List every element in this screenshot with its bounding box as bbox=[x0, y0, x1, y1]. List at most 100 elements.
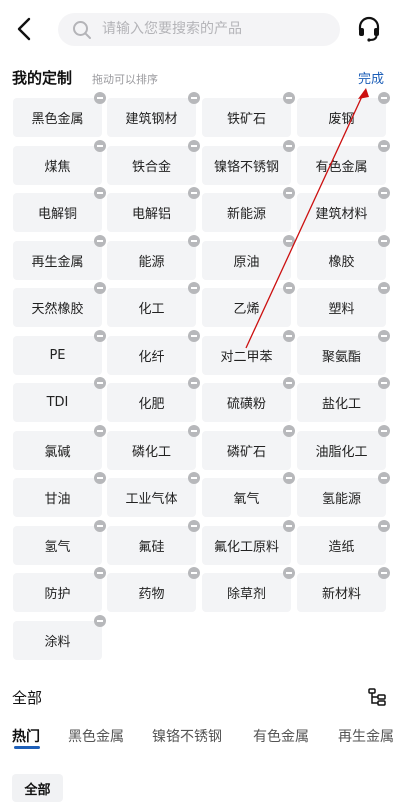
custom-item-chip[interactable]: 盐化工 bbox=[297, 383, 386, 422]
remove-item-minus-icon[interactable] bbox=[188, 377, 200, 389]
remove-item-minus-icon[interactable] bbox=[378, 235, 390, 247]
remove-item-minus-icon[interactable] bbox=[283, 187, 295, 199]
remove-item-minus-icon[interactable] bbox=[188, 520, 200, 532]
custom-item-chip[interactable]: 药物 bbox=[107, 573, 196, 612]
tree-structure-icon[interactable] bbox=[368, 688, 386, 706]
custom-item-chip[interactable]: 氢能源 bbox=[297, 478, 386, 517]
category-tab[interactable]: 热门 bbox=[12, 726, 40, 746]
custom-item-chip[interactable]: 涂料 bbox=[13, 621, 102, 660]
remove-item-minus-icon[interactable] bbox=[283, 377, 295, 389]
category-tab[interactable]: 有色金属 bbox=[253, 726, 309, 746]
custom-item-chip[interactable]: 氢气 bbox=[13, 526, 102, 565]
remove-item-minus-icon[interactable] bbox=[188, 282, 200, 294]
custom-item-chip[interactable]: 氧气 bbox=[202, 478, 291, 517]
custom-item-chip[interactable]: 塑料 bbox=[297, 288, 386, 327]
custom-item-chip[interactable]: 聚氨酯 bbox=[297, 336, 386, 375]
remove-item-minus-icon[interactable] bbox=[94, 92, 106, 104]
custom-item-chip[interactable]: 建筑钢材 bbox=[107, 98, 196, 137]
remove-item-minus-icon[interactable] bbox=[378, 187, 390, 199]
done-button[interactable]: 完成 bbox=[358, 68, 384, 87]
remove-item-minus-icon[interactable] bbox=[188, 140, 200, 152]
remove-item-minus-icon[interactable] bbox=[283, 472, 295, 484]
custom-item-chip[interactable]: PE bbox=[13, 336, 102, 375]
remove-item-minus-icon[interactable] bbox=[94, 567, 106, 579]
custom-item-chip[interactable]: 磷化工 bbox=[107, 431, 196, 470]
remove-item-minus-icon[interactable] bbox=[94, 330, 106, 342]
remove-item-minus-icon[interactable] bbox=[188, 330, 200, 342]
remove-item-minus-icon[interactable] bbox=[94, 140, 106, 152]
remove-item-minus-icon[interactable] bbox=[283, 567, 295, 579]
custom-item-chip[interactable]: 镍铬不锈钢 bbox=[202, 146, 291, 185]
remove-item-minus-icon[interactable] bbox=[94, 235, 106, 247]
custom-item-chip[interactable]: 造纸 bbox=[297, 526, 386, 565]
remove-item-minus-icon[interactable] bbox=[188, 235, 200, 247]
remove-item-minus-icon[interactable] bbox=[378, 472, 390, 484]
custom-item-chip[interactable]: 废钢 bbox=[297, 98, 386, 137]
custom-item-chip[interactable]: 有色金属 bbox=[297, 146, 386, 185]
search-input[interactable]: 请输入您要搜索的产品 bbox=[58, 13, 340, 46]
custom-item-chip[interactable]: 氟化工原料 bbox=[202, 526, 291, 565]
remove-item-minus-icon[interactable] bbox=[378, 282, 390, 294]
custom-item-chip[interactable]: 化工 bbox=[107, 288, 196, 327]
custom-item-chip[interactable]: 甘油 bbox=[13, 478, 102, 517]
custom-item-chip[interactable]: 除草剂 bbox=[202, 573, 291, 612]
remove-item-minus-icon[interactable] bbox=[283, 282, 295, 294]
remove-item-minus-icon[interactable] bbox=[378, 330, 390, 342]
remove-item-minus-icon[interactable] bbox=[378, 377, 390, 389]
custom-item-chip[interactable]: 煤焦 bbox=[13, 146, 102, 185]
remove-item-minus-icon[interactable] bbox=[94, 377, 106, 389]
custom-item-chip[interactable]: 氯碱 bbox=[13, 431, 102, 470]
custom-item-chip[interactable]: 电解铝 bbox=[107, 193, 196, 232]
custom-item-chip[interactable]: 新能源 bbox=[202, 193, 291, 232]
custom-item-chip[interactable]: 乙烯 bbox=[202, 288, 291, 327]
custom-item-chip[interactable]: 建筑材料 bbox=[297, 193, 386, 232]
remove-item-minus-icon[interactable] bbox=[188, 425, 200, 437]
remove-item-minus-icon[interactable] bbox=[94, 282, 106, 294]
custom-item-chip[interactable]: 工业气体 bbox=[107, 478, 196, 517]
sub-filter-all-chip[interactable]: 全部 bbox=[12, 774, 63, 802]
custom-item-chip[interactable]: 原油 bbox=[202, 241, 291, 280]
remove-item-minus-icon[interactable] bbox=[378, 140, 390, 152]
custom-item-chip[interactable]: 天然橡胶 bbox=[13, 288, 102, 327]
remove-item-minus-icon[interactable] bbox=[188, 567, 200, 579]
remove-item-minus-icon[interactable] bbox=[188, 92, 200, 104]
category-tab[interactable]: 黑色金属 bbox=[68, 726, 124, 746]
remove-item-minus-icon[interactable] bbox=[94, 520, 106, 532]
remove-item-minus-icon[interactable] bbox=[283, 330, 295, 342]
custom-item-chip[interactable]: 防护 bbox=[13, 573, 102, 612]
custom-item-chip[interactable]: 磷矿石 bbox=[202, 431, 291, 470]
custom-item-chip[interactable]: 橡胶 bbox=[297, 241, 386, 280]
custom-item-chip[interactable]: 铁矿石 bbox=[202, 98, 291, 137]
remove-item-minus-icon[interactable] bbox=[378, 520, 390, 532]
remove-item-minus-icon[interactable] bbox=[94, 472, 106, 484]
remove-item-minus-icon[interactable] bbox=[94, 425, 106, 437]
remove-item-minus-icon[interactable] bbox=[94, 187, 106, 199]
remove-item-minus-icon[interactable] bbox=[283, 92, 295, 104]
remove-item-minus-icon[interactable] bbox=[378, 92, 390, 104]
custom-item-chip[interactable]: 新材料 bbox=[297, 573, 386, 612]
custom-item-chip[interactable]: 黑色金属 bbox=[13, 98, 102, 137]
remove-item-minus-icon[interactable] bbox=[94, 615, 106, 627]
remove-item-minus-icon[interactable] bbox=[378, 425, 390, 437]
remove-item-minus-icon[interactable] bbox=[188, 472, 200, 484]
custom-item-chip[interactable]: 再生金属 bbox=[13, 241, 102, 280]
custom-item-chip[interactable]: TDI bbox=[13, 383, 102, 422]
custom-item-chip[interactable]: 能源 bbox=[107, 241, 196, 280]
custom-item-chip[interactable]: 对二甲苯 bbox=[202, 336, 291, 375]
headset-icon[interactable] bbox=[355, 15, 383, 43]
custom-item-chip[interactable]: 电解铜 bbox=[13, 193, 102, 232]
remove-item-minus-icon[interactable] bbox=[283, 520, 295, 532]
custom-item-chip[interactable]: 油脂化工 bbox=[297, 431, 386, 470]
custom-item-chip[interactable]: 化肥 bbox=[107, 383, 196, 422]
custom-item-chip[interactable]: 铁合金 bbox=[107, 146, 196, 185]
remove-item-minus-icon[interactable] bbox=[283, 235, 295, 247]
custom-item-chip[interactable]: 氟硅 bbox=[107, 526, 196, 565]
remove-item-minus-icon[interactable] bbox=[283, 425, 295, 437]
custom-item-chip[interactable]: 硫磺粉 bbox=[202, 383, 291, 422]
category-tab[interactable]: 再生金属 bbox=[338, 726, 394, 746]
remove-item-minus-icon[interactable] bbox=[188, 187, 200, 199]
remove-item-minus-icon[interactable] bbox=[283, 140, 295, 152]
custom-item-chip[interactable]: 化纤 bbox=[107, 336, 196, 375]
back-icon[interactable] bbox=[12, 14, 40, 44]
remove-item-minus-icon[interactable] bbox=[378, 567, 390, 579]
